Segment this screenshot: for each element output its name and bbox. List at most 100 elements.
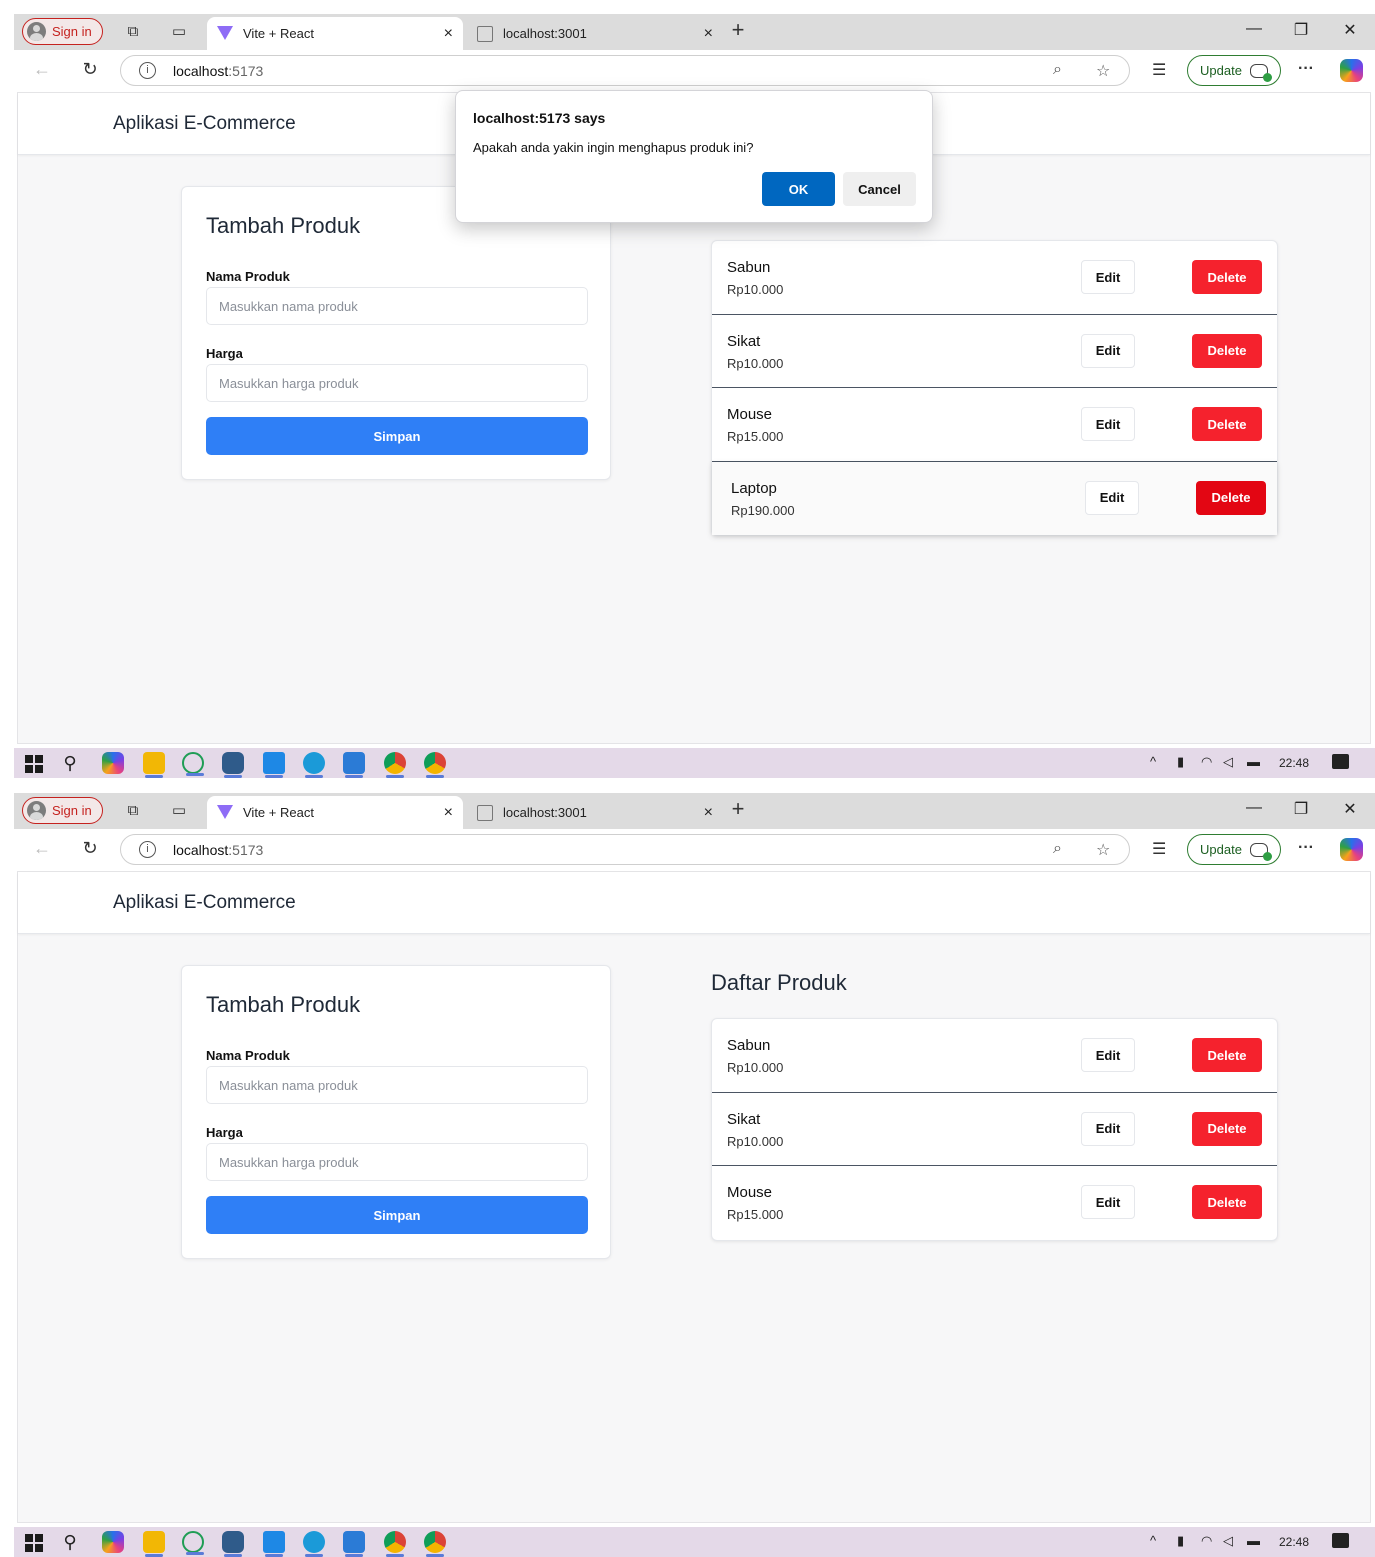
save-button[interactable]: Simpan	[206, 417, 588, 455]
new-tab-button[interactable]: +	[728, 19, 748, 41]
delete-button[interactable]: Delete	[1192, 407, 1262, 441]
copilot-icon[interactable]	[1340, 59, 1363, 82]
postgres-icon[interactable]	[222, 752, 244, 778]
close-tab-icon[interactable]: ×	[704, 25, 713, 43]
workspaces-icon[interactable]: ⧉	[123, 801, 143, 821]
chevron-up-icon[interactable]: ^	[1150, 754, 1156, 769]
restore-icon[interactable]: ❐	[1286, 799, 1316, 819]
battery-icon[interactable]: ▬	[1247, 1533, 1260, 1548]
photos-icon[interactable]	[343, 1531, 365, 1557]
vscode-icon[interactable]	[263, 1531, 285, 1557]
copilot-icon[interactable]	[102, 1531, 124, 1553]
edit-button[interactable]: Edit	[1081, 1038, 1135, 1072]
notification-icon[interactable]	[1332, 1533, 1349, 1548]
delete-button[interactable]: Delete	[1192, 1038, 1262, 1072]
refresh-icon[interactable]: ↻	[78, 59, 102, 80]
wifi-icon[interactable]: ◠	[1201, 1533, 1212, 1549]
clock[interactable]: 22:48	[1279, 756, 1309, 770]
file-explorer-icon[interactable]	[143, 752, 165, 778]
site-info-icon[interactable]: i	[139, 62, 156, 79]
copilot-icon[interactable]	[102, 752, 124, 774]
more-menu-button[interactable]: ···	[1298, 60, 1314, 78]
edge-icon[interactable]	[303, 752, 325, 778]
tab-localhost-3001[interactable]: localhost:3001 ×	[467, 796, 723, 829]
whatsapp-icon[interactable]	[182, 752, 204, 776]
workspaces-icon[interactable]: ⧉	[123, 22, 143, 42]
restore-icon[interactable]: ❐	[1286, 20, 1316, 40]
close-tab-icon[interactable]: ×	[444, 804, 453, 822]
zoom-icon[interactable]: ⌕	[1053, 61, 1062, 79]
windows-start-icon[interactable]	[22, 752, 44, 774]
sign-in-button[interactable]: Sign in	[22, 797, 103, 824]
usb-icon[interactable]: ▮	[1177, 754, 1184, 770]
save-button[interactable]: Simpan	[206, 1196, 588, 1234]
back-icon[interactable]: ←	[30, 838, 54, 859]
battery-icon[interactable]: ▬	[1247, 754, 1260, 769]
ok-button[interactable]: OK	[762, 172, 835, 206]
url-field[interactable]: i localhost:5173 ⌕ ☆	[120, 55, 1130, 86]
favorite-star-icon[interactable]: ☆	[1096, 61, 1110, 81]
clock[interactable]: 22:48	[1279, 1535, 1309, 1549]
sign-in-button[interactable]: Sign in	[22, 18, 103, 45]
usb-icon[interactable]: ▮	[1177, 1533, 1184, 1549]
close-tab-icon[interactable]: ×	[704, 804, 713, 822]
file-explorer-icon[interactable]	[143, 1531, 165, 1557]
zoom-icon[interactable]: ⌕	[1053, 840, 1062, 858]
whatsapp-icon[interactable]	[182, 1531, 204, 1555]
wifi-icon[interactable]: ◠	[1201, 754, 1212, 770]
favorite-star-icon[interactable]: ☆	[1096, 840, 1110, 860]
copilot-icon[interactable]	[1340, 838, 1363, 861]
chrome-icon[interactable]	[384, 752, 406, 778]
product-name-input[interactable]	[206, 1066, 588, 1104]
volume-icon[interactable]: ◁	[1223, 754, 1233, 770]
windows-start-icon[interactable]	[22, 1531, 44, 1553]
edge-icon[interactable]	[303, 1531, 325, 1557]
tab-vite-react[interactable]: Vite + React ×	[207, 796, 463, 829]
edit-button[interactable]: Edit	[1081, 407, 1135, 441]
photos-icon[interactable]	[343, 752, 365, 778]
url-field[interactable]: i localhost:5173 ⌕ ☆	[120, 834, 1130, 865]
back-icon[interactable]: ←	[30, 59, 54, 80]
delete-button[interactable]: Delete	[1192, 260, 1262, 294]
update-button[interactable]: Update	[1187, 834, 1281, 865]
favorites-icon[interactable]: ☰	[1152, 60, 1166, 80]
refresh-icon[interactable]: ↻	[78, 838, 102, 859]
delete-button[interactable]: Delete	[1196, 480, 1266, 515]
tab-localhost-3001[interactable]: localhost:3001 ×	[467, 17, 723, 50]
chevron-up-icon[interactable]: ^	[1150, 1533, 1156, 1548]
edit-button[interactable]: Edit	[1081, 260, 1135, 294]
volume-icon[interactable]: ◁	[1223, 1533, 1233, 1549]
delete-button[interactable]: Delete	[1192, 1185, 1262, 1219]
favorites-icon[interactable]: ☰	[1152, 839, 1166, 859]
close-window-icon[interactable]: ✕	[1335, 799, 1365, 819]
update-button[interactable]: Update	[1187, 55, 1281, 86]
edit-button[interactable]: Edit	[1081, 1111, 1135, 1146]
notification-icon[interactable]	[1332, 754, 1349, 769]
tab-actions-icon[interactable]: ▭	[169, 22, 189, 42]
chrome-icon[interactable]	[424, 752, 446, 778]
chrome-icon[interactable]	[424, 1531, 446, 1557]
search-icon[interactable]: ⚲	[59, 752, 81, 774]
site-info-icon[interactable]: i	[139, 841, 156, 858]
close-tab-icon[interactable]: ×	[444, 25, 453, 43]
chrome-icon[interactable]	[384, 1531, 406, 1557]
edit-button[interactable]: Edit	[1081, 1185, 1135, 1219]
price-input[interactable]	[206, 1143, 588, 1181]
search-icon[interactable]: ⚲	[59, 1531, 81, 1553]
tab-actions-icon[interactable]: ▭	[169, 801, 189, 821]
cancel-button[interactable]: Cancel	[843, 172, 916, 206]
tab-vite-react[interactable]: Vite + React ×	[207, 17, 463, 50]
edit-button[interactable]: Edit	[1081, 333, 1135, 368]
minimize-icon[interactable]: —	[1239, 799, 1269, 817]
delete-button[interactable]: Delete	[1192, 1111, 1262, 1146]
delete-button[interactable]: Delete	[1192, 333, 1262, 368]
minimize-icon[interactable]: —	[1239, 20, 1269, 38]
edit-button[interactable]: Edit	[1085, 480, 1139, 515]
product-name-input[interactable]	[206, 287, 588, 325]
new-tab-button[interactable]: +	[728, 798, 748, 820]
more-menu-button[interactable]: ···	[1298, 839, 1314, 857]
close-window-icon[interactable]: ✕	[1335, 20, 1365, 40]
price-input[interactable]	[206, 364, 588, 402]
postgres-icon[interactable]	[222, 1531, 244, 1557]
vscode-icon[interactable]	[263, 752, 285, 778]
